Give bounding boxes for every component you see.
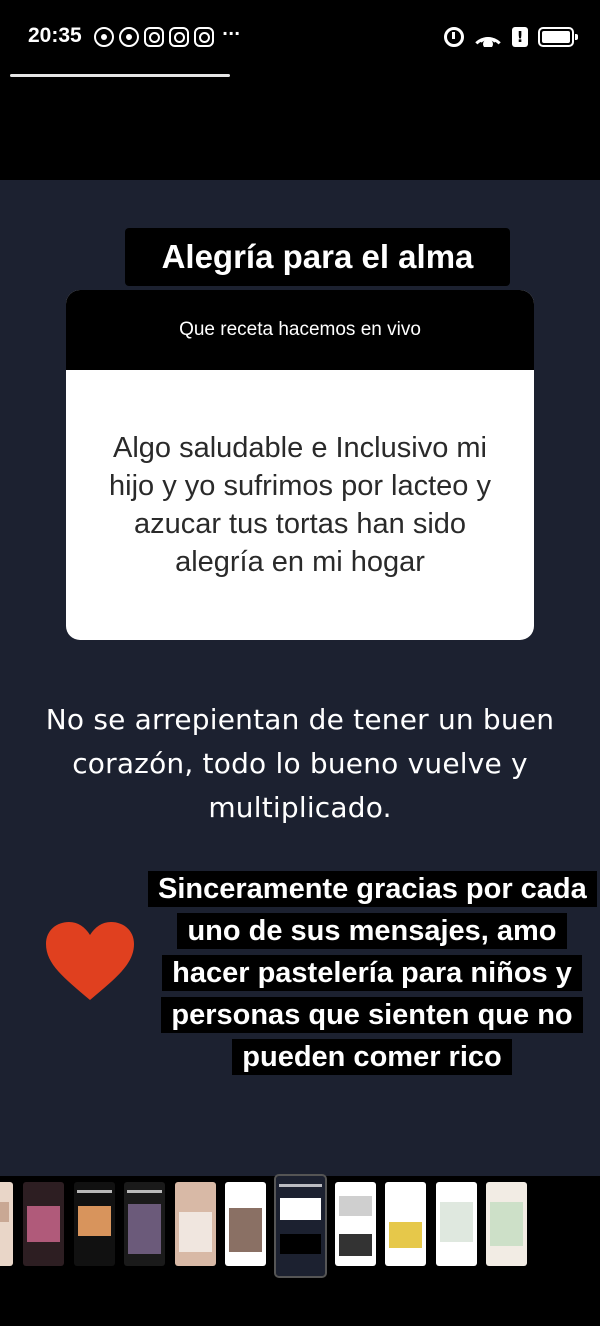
thanks-message: Sinceramente gracias por cada uno de sus…	[148, 868, 597, 1078]
question-card: Que receta hacemos en vivo Algo saludabl…	[66, 290, 534, 640]
notification-icons: ···	[94, 23, 241, 47]
story-thumbnail[interactable]	[335, 1182, 376, 1266]
status-time: 20:35	[28, 24, 82, 47]
alarm-icon	[444, 27, 464, 47]
alert-icon: !	[512, 27, 528, 47]
battery-icon	[538, 27, 578, 47]
system-icons: !	[444, 27, 578, 47]
story-thumbnail[interactable]	[486, 1182, 527, 1266]
story-thumbnail[interactable]	[74, 1182, 115, 1266]
story-progress-bar	[10, 74, 230, 77]
status-bar: 20:35 ··· !	[0, 0, 600, 78]
question-text: Que receta hacemos en vivo	[66, 290, 534, 370]
story-thumbnail[interactable]	[124, 1182, 165, 1266]
story-title: Alegría para el alma	[161, 238, 474, 275]
story-thumbnail[interactable]	[23, 1182, 64, 1266]
quote-text: No se arrepientan de tener un buen coraz…	[45, 703, 555, 824]
instagram-icon	[194, 27, 214, 47]
story-thumbnail-active[interactable]	[274, 1174, 327, 1278]
thanks-text: Sinceramente gracias por cada uno de sus…	[148, 871, 597, 1075]
whatsapp-business-icon	[94, 27, 114, 47]
story-thumbnail[interactable]	[436, 1182, 477, 1266]
instagram-icon	[144, 27, 164, 47]
instagram-icon	[169, 27, 189, 47]
story-thumbnail[interactable]	[225, 1182, 266, 1266]
whatsapp-icon	[119, 27, 139, 47]
story-thumbnail-strip	[0, 1174, 600, 1326]
story-content[interactable]: Alegría para el alma Que receta hacemos …	[0, 180, 600, 1176]
more-notifications-icon: ···	[222, 23, 241, 43]
story-viewer: 20:35 ··· ! Alegría para el alma Que rec…	[0, 0, 600, 1326]
story-thumbnail[interactable]	[0, 1182, 13, 1266]
wifi-icon	[474, 27, 502, 47]
answer-text: Algo saludable e Inclusivo mi hijo y yo …	[109, 432, 491, 578]
story-thumbnail[interactable]	[385, 1182, 426, 1266]
story-thumbnail[interactable]	[175, 1182, 216, 1266]
heart-icon	[46, 922, 134, 1000]
